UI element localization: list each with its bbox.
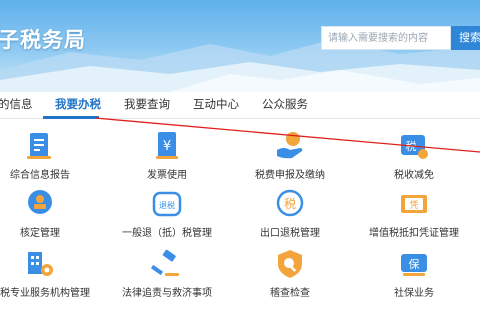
tile-agency[interactable]: 涉税专业服务机构管理 xyxy=(0,248,95,308)
main-nav: 的信息 我要办税 我要查询 互动中心 公众服务 xyxy=(0,92,480,118)
tile-export-refund[interactable]: 税 出口退税管理 xyxy=(235,188,345,248)
export-refund-icon: 税 xyxy=(276,189,304,217)
legal-gavel-icon xyxy=(151,249,179,276)
social-security-icon-text: 保 xyxy=(409,257,420,271)
tab-interaction[interactable]: 互动中心 xyxy=(193,96,239,112)
tile-label: 社保业务 xyxy=(394,288,434,299)
tile-label: 税收减免 xyxy=(394,170,434,181)
tile-label: 增值税抵扣凭证管理 xyxy=(369,228,459,239)
voucher-icon-text: 凭 xyxy=(409,199,418,211)
tab-my-info[interactable]: 的信息 xyxy=(0,96,33,112)
tile-inspection[interactable]: 稽查检查 xyxy=(235,248,345,308)
tile-invoice[interactable]: ¥ 发票使用 xyxy=(112,130,222,190)
active-tab-indicator xyxy=(43,116,99,119)
invoice-icon: ¥ xyxy=(156,132,178,159)
export-refund-icon-text: 税 xyxy=(284,197,296,211)
assessment-stamp-icon xyxy=(28,190,52,214)
search-input[interactable] xyxy=(321,26,451,50)
tax-reduction-icon-text: 税 xyxy=(406,139,417,153)
site-title: 子税务局 xyxy=(0,28,86,52)
tile-refund[interactable]: 退税 一般退（抵）税管理 xyxy=(112,188,222,248)
tile-legal[interactable]: 法律追责与救济事项 xyxy=(112,248,222,308)
tax-reduction-icon: 税 xyxy=(401,135,428,159)
refund-icon: 退税 xyxy=(152,191,182,217)
tile-voucher[interactable]: 凭 增值税抵扣凭证管理 xyxy=(359,188,469,248)
tile-social-security[interactable]: 保 社保业务 xyxy=(359,248,469,308)
svg-text:¥: ¥ xyxy=(163,139,171,154)
agency-building-icon xyxy=(28,252,53,276)
inspection-shield-icon xyxy=(278,250,302,278)
tab-query[interactable]: 我要查询 xyxy=(124,96,170,112)
tile-assessment[interactable]: 核定管理 xyxy=(0,188,95,248)
tab-tax-handling[interactable]: 我要办税 xyxy=(55,96,101,112)
tile-comprehensive-report[interactable]: 综合信息报告 xyxy=(0,130,95,190)
search-button[interactable]: 搜索 xyxy=(451,26,480,50)
voucher-icon: 凭 xyxy=(401,195,427,213)
tile-tax-declare[interactable]: 税费申报及缴纳 xyxy=(235,130,345,190)
report-icon xyxy=(27,133,51,159)
tab-public-service[interactable]: 公众服务 xyxy=(262,96,308,112)
tax-declare-icon xyxy=(277,132,303,159)
refund-icon-text: 退税 xyxy=(159,200,175,210)
tile-tax-reduction[interactable]: 税 税收减免 xyxy=(359,130,469,190)
social-security-icon: 保 xyxy=(401,254,427,276)
